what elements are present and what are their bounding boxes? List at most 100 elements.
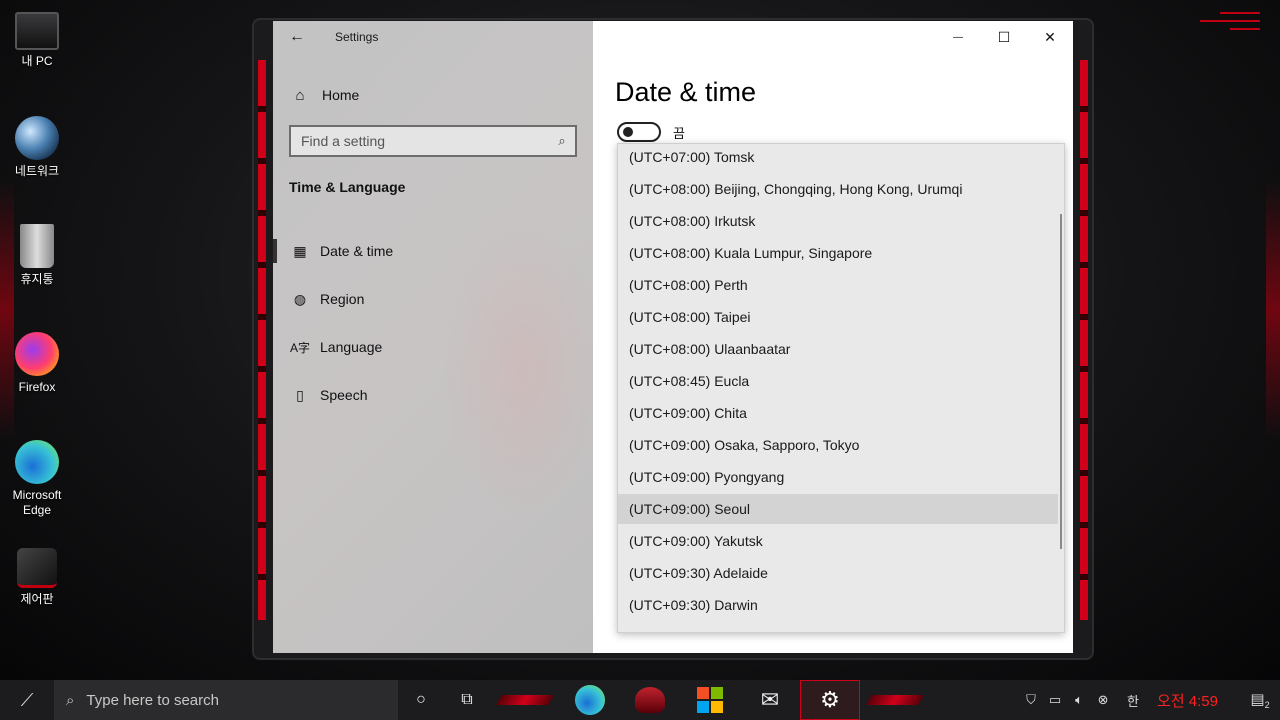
recycle-bin-icon (20, 224, 54, 268)
settings-window: ← Settings ⌂ Home ⌕ Time & Language ▦ Da… (273, 21, 1073, 653)
rog-logo-icon: ⟋ (20, 689, 34, 710)
taskbar-app-settings[interactable]: ⚙ (800, 680, 860, 720)
nav-home[interactable]: ⌂ Home (273, 77, 593, 113)
notification-center-button[interactable]: ▤2 (1240, 690, 1280, 710)
desktop-icon-recycle-bin[interactable]: 휴지통 (0, 224, 74, 287)
find-setting-search: ⌕ (289, 125, 577, 157)
home-icon: ⌂ (295, 86, 305, 104)
start-button[interactable]: ⟋ (0, 680, 54, 720)
desktop-icon-label: 제어판 (20, 592, 54, 606)
sidebar-item-speech[interactable]: ▯ Speech (273, 371, 593, 419)
taskbar-app-store[interactable] (680, 680, 740, 720)
search-icon[interactable]: ⌕ (549, 133, 575, 149)
taskbar: ⟋ ⌕ Type here to search ○ ⧉ ✉ ⚙ ⛉ ▭ 🔈︎ ⊗… (0, 680, 1280, 720)
taskbar-app-mail[interactable]: ✉ (740, 680, 800, 720)
close-button[interactable]: ✕ (1027, 21, 1073, 53)
nav-home-label: Home (322, 87, 360, 103)
desktop-icon-label: Firefox (18, 380, 56, 394)
store-bag-icon (697, 687, 723, 713)
close-icon: ✕ (1044, 28, 1056, 45)
taskbar-decoration (490, 680, 560, 720)
app-title: Settings (335, 30, 379, 44)
search-input[interactable] (301, 133, 549, 149)
maximize-icon: ☐ (997, 28, 1011, 45)
desktop-icon-label: 휴지통 (20, 272, 54, 286)
gear-icon: ⚙ (820, 687, 840, 712)
sidebar-item-date-time[interactable]: ▦ Date & time (273, 227, 593, 275)
cortana-circle-icon: ○ (416, 691, 426, 708)
frame-red-bar-left (258, 60, 266, 620)
volume-icon[interactable]: 🔈︎ (1067, 692, 1091, 708)
edge-icon (15, 440, 59, 484)
dropdown-scrollbar[interactable] (1060, 214, 1062, 549)
wallpaper-stripes (1200, 6, 1260, 36)
edge-icon (575, 685, 605, 715)
firefox-icon (15, 332, 59, 376)
timezone-option[interactable]: (UTC+08:00) Taipei (618, 302, 1058, 332)
desktop-icon-control-panel[interactable]: 제어판 (0, 548, 74, 607)
timezone-option[interactable]: (UTC+08:45) Eucla (618, 366, 1058, 396)
security-shield-icon[interactable]: ⛉ (1019, 692, 1043, 708)
timezone-option[interactable]: (UTC+09:30) Adelaide (618, 558, 1058, 588)
timezone-option[interactable]: (UTC+09:00) Pyongyang (618, 462, 1058, 492)
notification-count: 2 (1264, 700, 1270, 710)
back-button[interactable]: ← (273, 21, 321, 53)
minimize-icon: — (953, 31, 963, 43)
timezone-option[interactable]: (UTC+09:30) Darwin (618, 590, 1058, 620)
timezone-option[interactable]: (UTC+09:00) Chita (618, 398, 1058, 428)
rog-helmet-icon (635, 687, 665, 713)
taskbar-app-rog[interactable] (620, 680, 680, 720)
close-circle-icon[interactable]: ⊗ (1091, 692, 1115, 708)
cortana-button[interactable]: ○ (398, 680, 444, 720)
system-tray: ⛉ ▭ 🔈︎ ⊗ 한 오전 4:59 ▤2 (1019, 680, 1280, 720)
timezone-dropdown-list[interactable]: (UTC+07:00) Tomsk (UTC+08:00) Beijing, C… (617, 143, 1065, 633)
timezone-option[interactable]: (UTC+07:00) Tomsk (618, 144, 1058, 172)
desktop-icon-label: 네트워크 (14, 164, 60, 178)
back-arrow-icon: ← (289, 28, 305, 45)
timezone-option[interactable]: (UTC+09:00) Osaka, Sapporo, Tokyo (618, 430, 1058, 460)
network-icon[interactable]: ▭ (1043, 692, 1067, 708)
mail-icon: ✉ (760, 687, 780, 712)
desktop-icon-network[interactable]: 네트워크 (0, 116, 74, 179)
taskbar-search[interactable]: ⌕ Type here to search (54, 680, 398, 720)
maximize-button[interactable]: ☐ (981, 21, 1027, 53)
sidebar-item-region[interactable]: ◍ Region (273, 275, 593, 323)
minimize-button[interactable]: — (935, 21, 981, 53)
set-time-automatically-toggle[interactable] (617, 122, 661, 142)
sidebar-item-label: Speech (320, 387, 368, 403)
page-title: Date & time (615, 77, 757, 107)
wallpaper-glow-left (0, 180, 14, 440)
nav-list: ▦ Date & time ◍ Region A字 Language ▯ Spe… (273, 227, 593, 419)
timezone-option-selected[interactable]: (UTC+09:00) Seoul (618, 494, 1058, 524)
search-icon: ⌕ (66, 691, 75, 709)
taskbar-decoration (860, 680, 930, 720)
taskbar-search-placeholder: Type here to search (86, 691, 219, 709)
section-title: Time & Language (289, 179, 406, 195)
taskbar-clock[interactable]: 오전 4:59 (1157, 690, 1218, 711)
toggle-state-label: 끔 (673, 125, 685, 141)
timezone-option[interactable]: (UTC+10:00) Brisbane (618, 622, 1058, 632)
desktop-icon-label: Microsoft Edge (12, 488, 62, 517)
desktop-icon-my-pc[interactable]: 내 PC (0, 8, 74, 69)
title-bar: ← Settings (273, 21, 593, 53)
caption-buttons: — ☐ ✕ (935, 21, 1073, 53)
globe-icon: ◍ (293, 290, 307, 307)
network-globe-icon (15, 116, 59, 160)
task-view-icon: ⧉ (461, 691, 473, 708)
timezone-option[interactable]: (UTC+08:00) Kuala Lumpur, Singapore (618, 238, 1058, 268)
sidebar-item-label: Date & time (320, 243, 394, 259)
sidebar-item-language[interactable]: A字 Language (273, 323, 593, 371)
toggle-row: 끔 (617, 122, 685, 142)
timezone-option[interactable]: (UTC+08:00) Irkutsk (618, 206, 1058, 236)
taskbar-app-edge[interactable] (560, 680, 620, 720)
timezone-option[interactable]: (UTC+08:00) Ulaanbaatar (618, 334, 1058, 364)
desktop-icon-edge[interactable]: Microsoft Edge (0, 440, 74, 518)
task-view-button[interactable]: ⧉ (444, 680, 490, 720)
sidebar-item-label: Region (320, 291, 365, 307)
timezone-option[interactable]: (UTC+08:00) Beijing, Chongqing, Hong Kon… (618, 174, 1058, 204)
calendar-clock-icon: ▦ (293, 242, 307, 259)
timezone-option[interactable]: (UTC+09:00) Yakutsk (618, 526, 1058, 556)
timezone-option[interactable]: (UTC+08:00) Perth (618, 270, 1058, 300)
desktop-icon-firefox[interactable]: Firefox (0, 332, 74, 395)
ime-korean-icon[interactable]: 한 (1121, 691, 1145, 710)
